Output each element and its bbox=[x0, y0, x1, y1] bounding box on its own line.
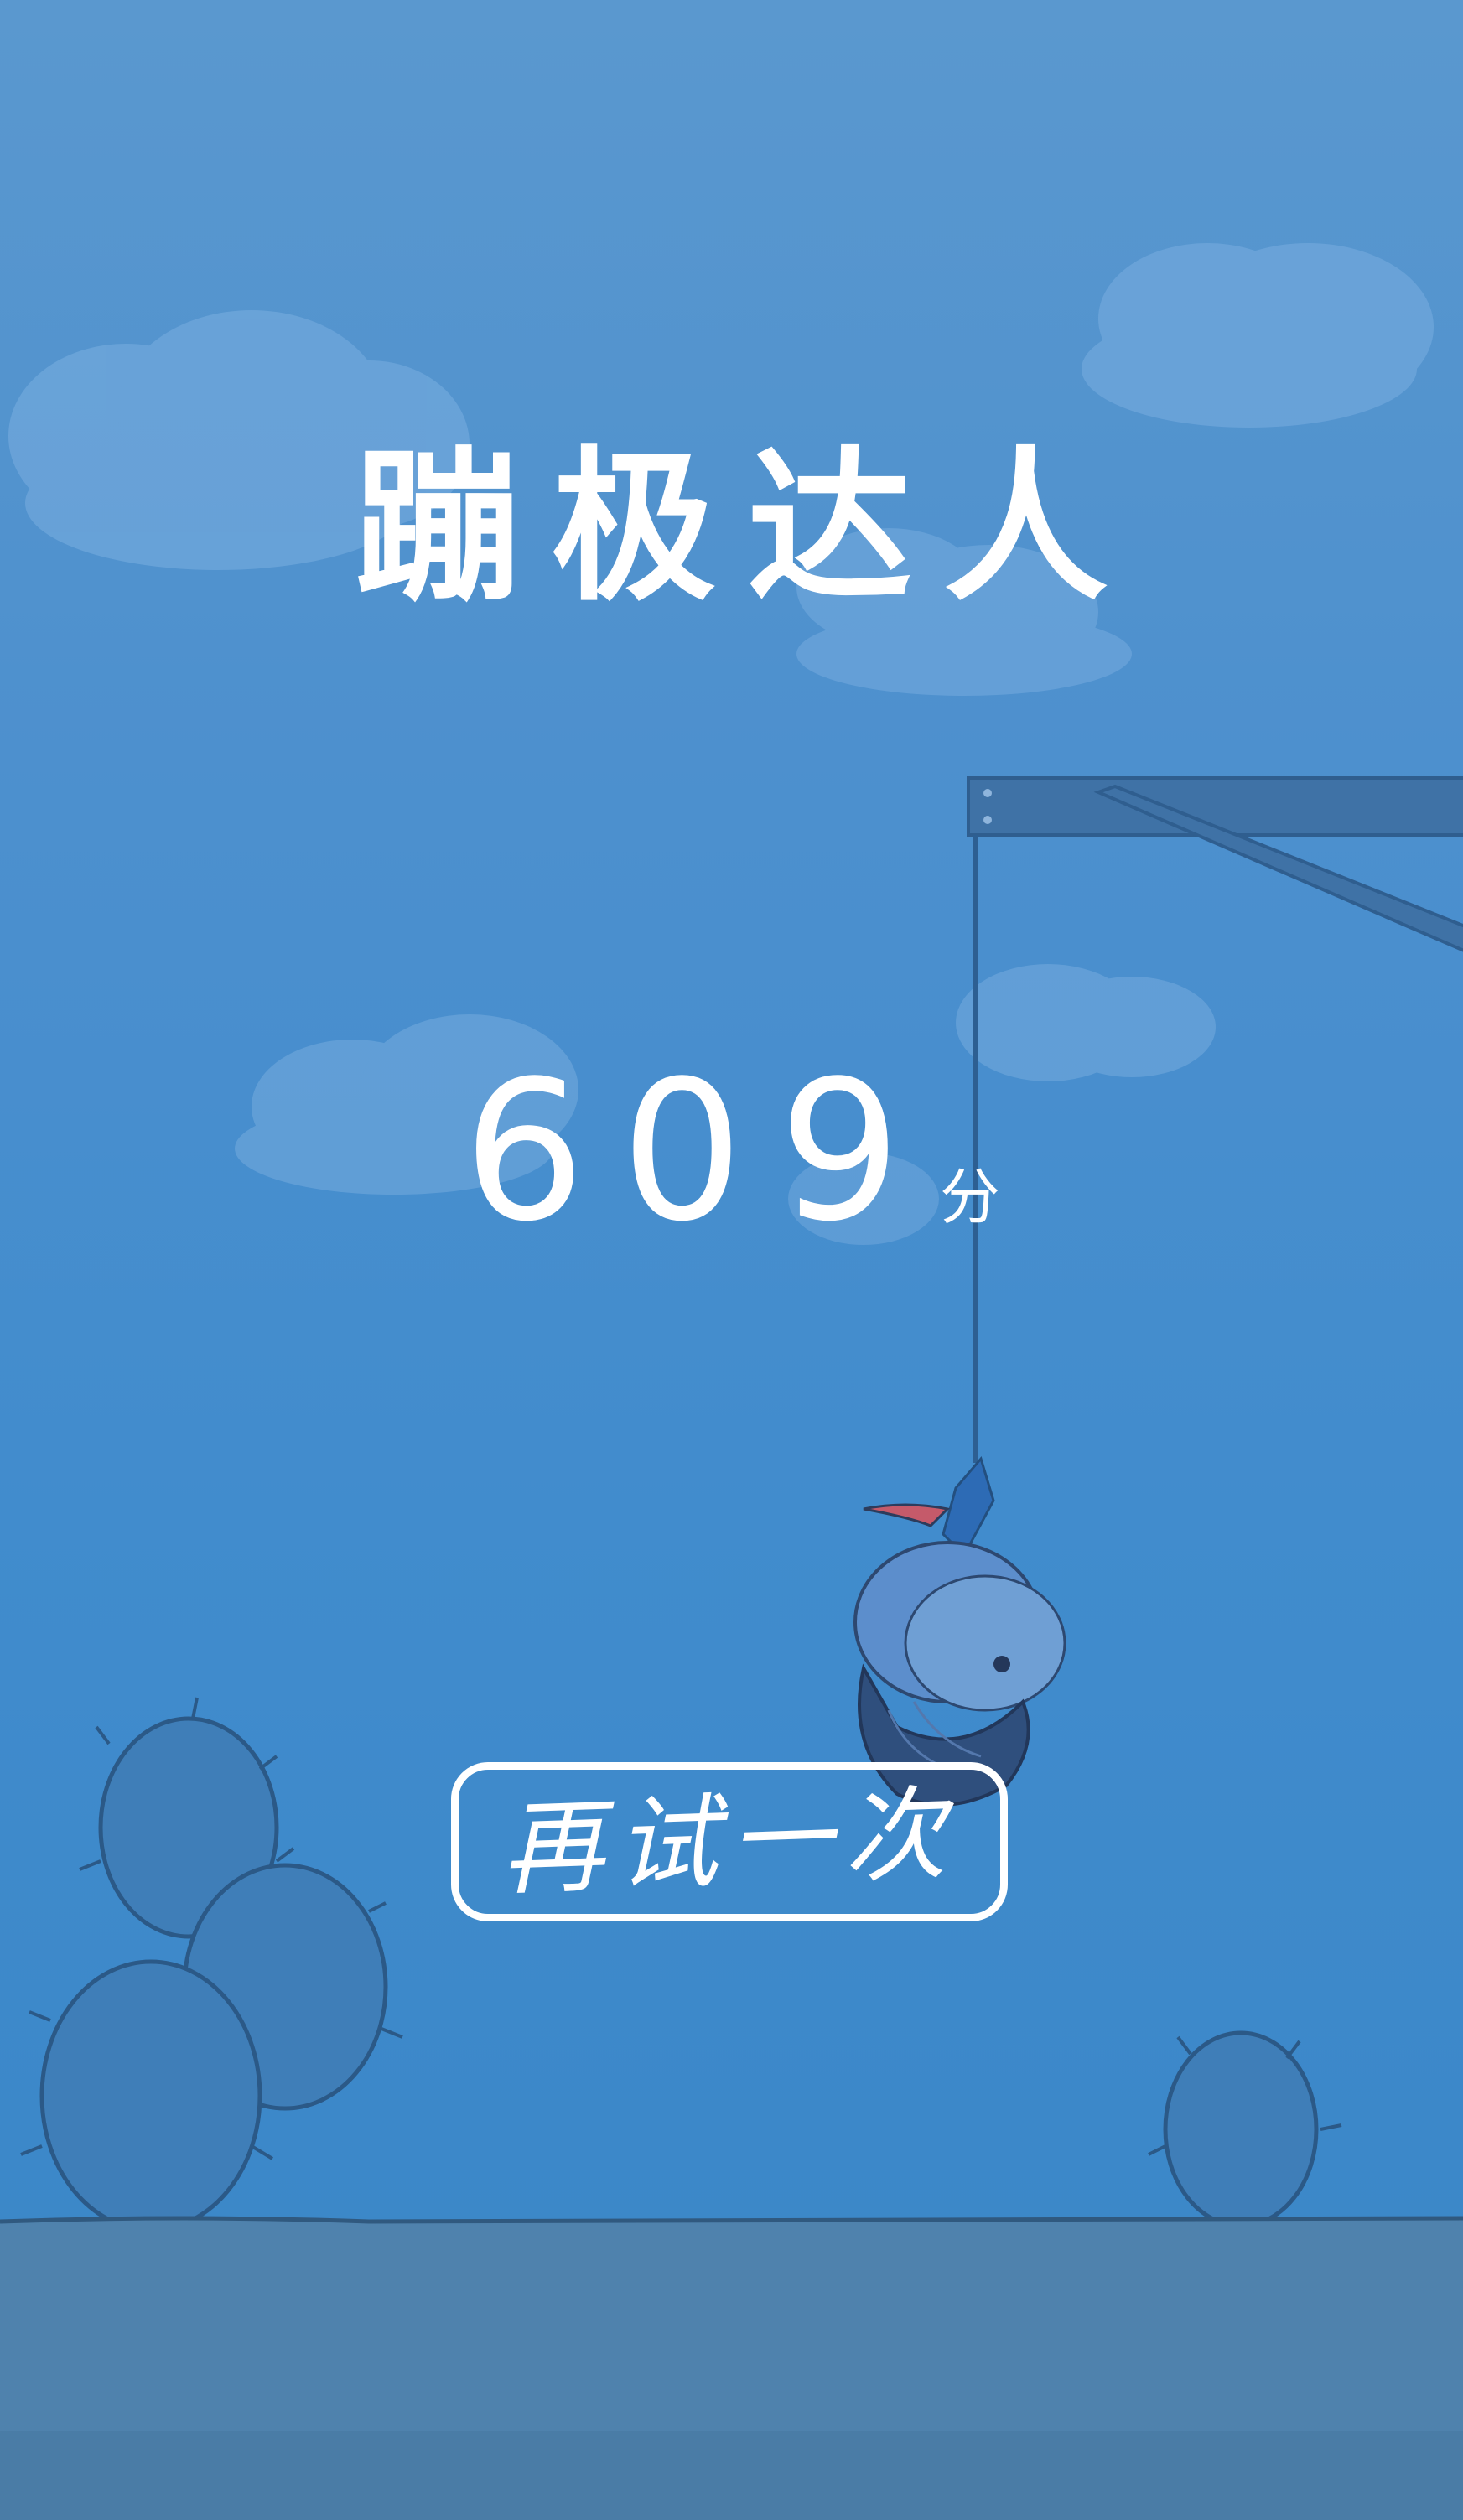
game-over-screen: 蹦极达人 609分 再试一次 bbox=[0, 0, 1463, 2520]
retry-button[interactable]: 再试一次 bbox=[451, 1762, 1008, 1921]
score-display: 609分 bbox=[0, 1044, 1463, 1262]
score-value: 609 bbox=[462, 1040, 936, 1264]
gallows-platform-icon bbox=[967, 776, 1463, 952]
game-title: 蹦极达人 bbox=[355, 433, 1140, 624]
cactus-icon bbox=[39, 1716, 388, 2232]
score-unit: 分 bbox=[939, 1162, 1000, 1232]
cloud-icon bbox=[1082, 243, 1434, 428]
bungee-character-icon bbox=[853, 1455, 1066, 1807]
retry-button-label: 再试一次 bbox=[499, 1774, 960, 1910]
cactus-icon bbox=[1148, 2030, 1342, 2228]
